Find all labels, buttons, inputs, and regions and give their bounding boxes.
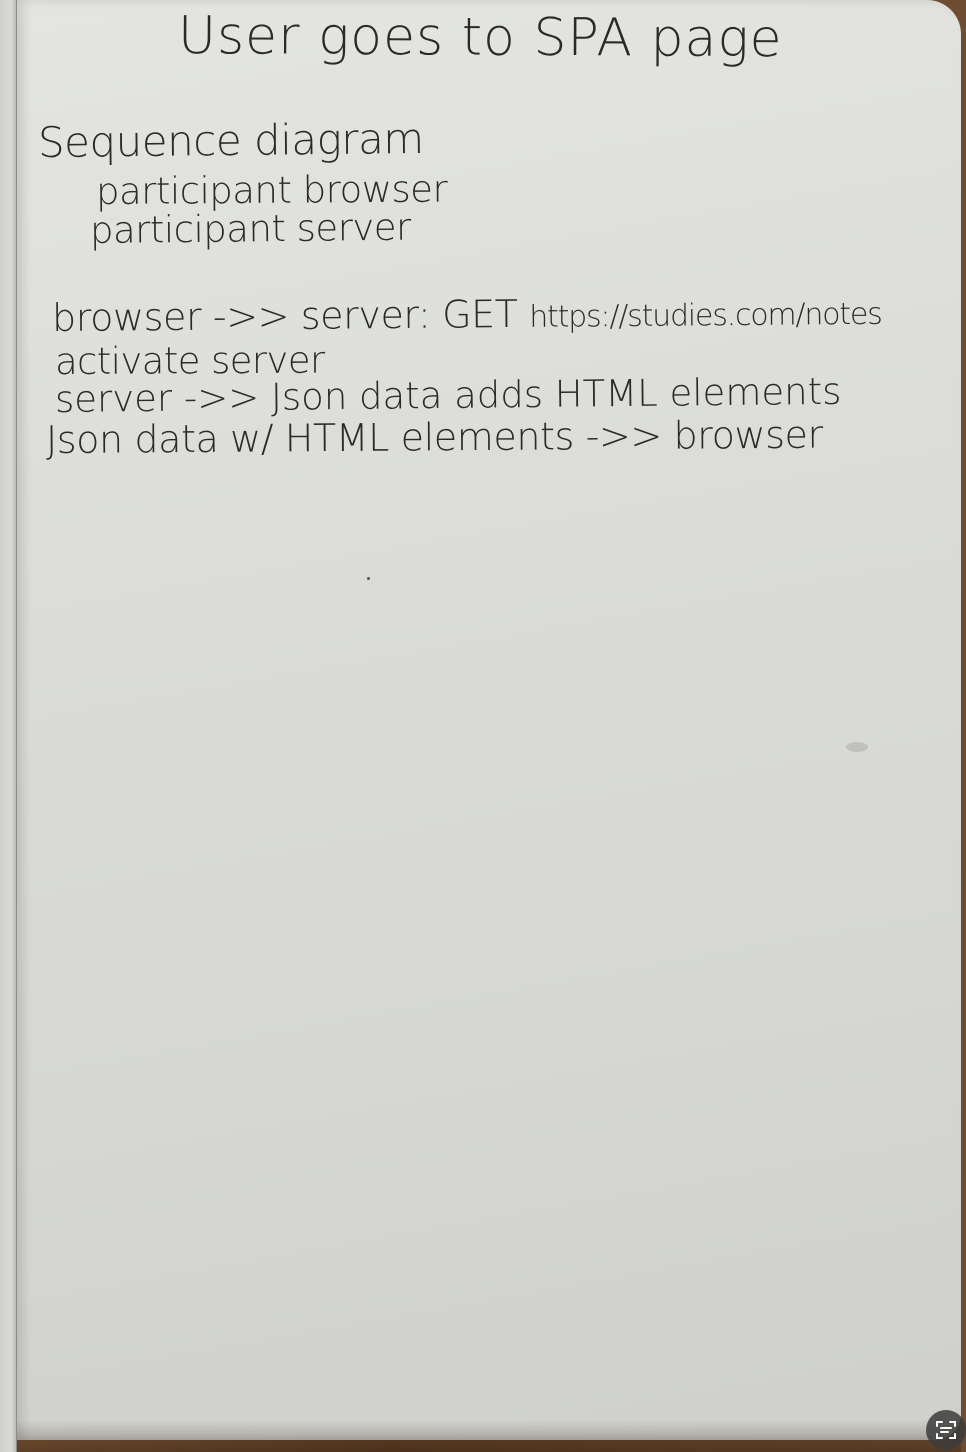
page-bottom-shadow [17, 1420, 961, 1452]
message-text: browser ->> server: GET [51, 291, 530, 340]
paper-smudge [846, 742, 868, 752]
left-notebook-page [0, 0, 17, 1452]
live-text-scan-icon [936, 1421, 956, 1439]
message-json-to-browser: Json data w/ HTML elements ->> browser [45, 412, 823, 462]
participant-server: participant server [89, 205, 412, 252]
live-text-button[interactable] [926, 1410, 966, 1450]
message-browser-to-server: browser ->> server: GET https://studies.… [52, 289, 882, 340]
note-title: User goes to SPA page [177, 6, 783, 70]
diagram-heading: Sequence diagram [37, 113, 424, 167]
pen-speck [367, 577, 370, 580]
message-url: https://studies.com/notes [529, 296, 882, 335]
